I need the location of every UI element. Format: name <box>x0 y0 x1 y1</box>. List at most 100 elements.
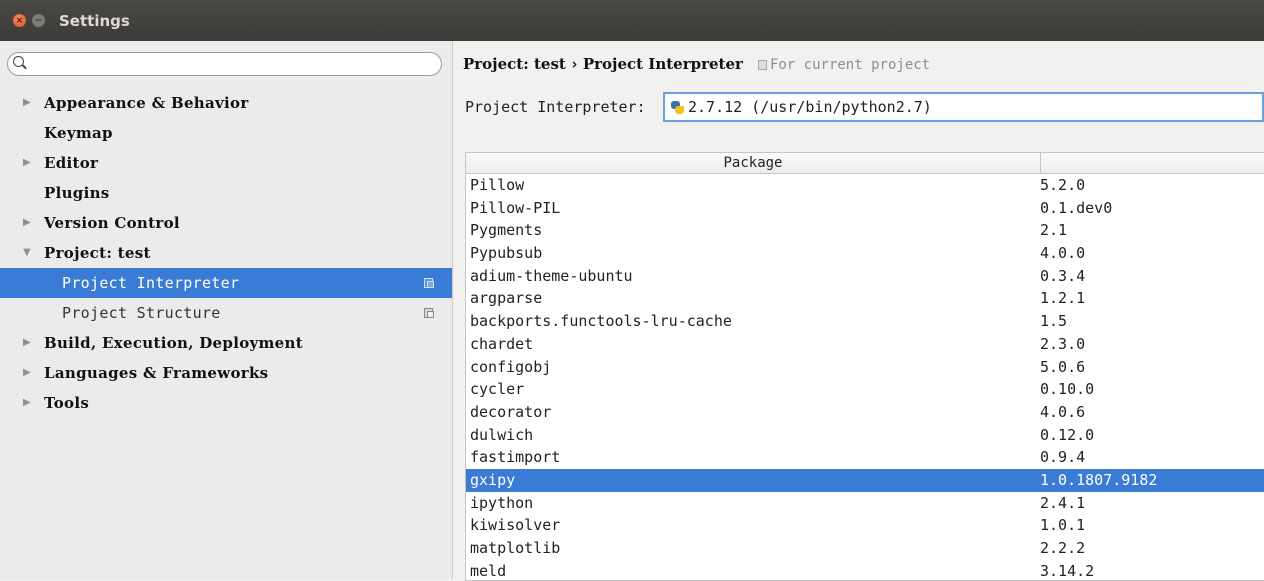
package-name-cell: Pygments <box>470 221 543 240</box>
collapsed-arrow-icon[interactable]: ▶ <box>23 358 31 388</box>
title-bar: × − Settings <box>0 0 1264 41</box>
sidebar-item-label: Languages & Frameworks <box>44 364 269 382</box>
package-version-cell: 1.2.1 <box>1040 289 1086 308</box>
table-row[interactable]: matplotlib 2.2.2 <box>466 537 1264 560</box>
table-row[interactable]: Pillow-PIL 0.1.dev0 <box>466 197 1264 220</box>
sidebar-item[interactable]: ▶ Version Control <box>0 208 452 238</box>
package-version-cell: 4.0.0 <box>1040 244 1086 263</box>
interpreter-label: Project Interpreter: <box>465 98 646 116</box>
breadcrumb-separator: › <box>569 55 579 73</box>
sidebar-item-label: Build, Execution, Deployment <box>44 334 303 352</box>
sidebar-item[interactable]: Keymap <box>0 118 452 148</box>
package-version-cell: 2.1 <box>1040 221 1068 240</box>
package-version-cell: 5.0.6 <box>1040 357 1086 376</box>
package-version-cell: 1.0.1 <box>1040 516 1086 535</box>
package-version-cell: 1.5 <box>1040 312 1068 331</box>
settings-sidebar: ▶ Appearance & Behavior Keymap ▶ Editor Plugi… <box>0 41 453 579</box>
column-header-version[interactable] <box>1041 153 1264 173</box>
package-name-cell: meld <box>470 561 507 580</box>
table-row[interactable]: cycler 0.10.0 <box>466 378 1264 401</box>
interpreter-value: 2.7.12 (/usr/bin/python2.7) <box>688 98 932 116</box>
sidebar-item[interactable]: ▶ Appearance & Behavior <box>0 88 452 118</box>
package-version-cell: 4.0.6 <box>1040 402 1086 421</box>
interpreter-select[interactable]: 2.7.12 (/usr/bin/python2.7) <box>663 92 1264 122</box>
breadcrumb-parent: Project: test <box>463 55 566 73</box>
sidebar-item-label: Project Structure <box>62 304 221 322</box>
table-row[interactable]: dulwich 0.12.0 <box>466 424 1264 447</box>
package-name-cell: argparse <box>470 289 543 308</box>
package-version-cell: 5.2.0 <box>1040 176 1086 194</box>
sidebar-item[interactable]: Project Interpreter <box>0 268 452 298</box>
package-name-cell: Pillow <box>470 176 525 194</box>
package-name-cell: decorator <box>470 402 552 421</box>
package-name-cell: dulwich <box>470 425 534 444</box>
copy-icon <box>424 308 434 318</box>
package-version-cell: 2.4.1 <box>1040 493 1086 512</box>
package-name-cell: backports.functools-lru-cache <box>470 312 732 331</box>
table-row[interactable]: kiwisolver 1.0.1 <box>466 514 1264 537</box>
package-name-cell: kiwisolver <box>470 516 561 535</box>
table-row[interactable]: ipython 2.4.1 <box>466 492 1264 515</box>
sidebar-item[interactable]: ▶ Languages & Frameworks <box>0 358 452 388</box>
table-row[interactable]: gxipy 1.0.1807.9182 <box>466 468 1264 492</box>
collapsed-arrow-icon[interactable]: ▶ <box>23 328 31 358</box>
table-row[interactable]: Pypubsub 4.0.0 <box>466 242 1264 265</box>
sidebar-item[interactable]: ▶ Editor <box>0 148 452 178</box>
sidebar-item[interactable]: ▶ Tools <box>0 388 452 418</box>
table-row[interactable]: chardet 2.3.0 <box>466 333 1264 356</box>
table-row[interactable]: adium-theme-ubuntu 0.3.4 <box>466 265 1264 288</box>
sidebar-item-label: Editor <box>44 154 99 172</box>
table-row[interactable]: decorator 4.0.6 <box>466 401 1264 424</box>
sidebar-item-label: Project Interpreter <box>62 274 240 292</box>
collapsed-arrow-icon[interactable]: ▶ <box>23 148 31 178</box>
package-version-cell: 2.3.0 <box>1040 334 1086 353</box>
table-row[interactable]: argparse 1.2.1 <box>466 287 1264 310</box>
package-name-cell: chardet <box>470 334 534 353</box>
package-name-cell: configobj <box>470 357 552 376</box>
search-box[interactable] <box>7 52 442 76</box>
collapsed-arrow-icon[interactable]: ▶ <box>23 208 31 238</box>
package-name-cell: Pillow-PIL <box>470 198 561 217</box>
collapsed-arrow-icon[interactable]: ▶ <box>23 388 31 418</box>
package-version-cell: 0.9.4 <box>1040 448 1086 467</box>
package-name-cell: gxipy <box>470 470 516 489</box>
packages-table: Package Pillow 5.2.0 Pillow-PIL 0.1.dev0 Pyg… <box>465 152 1264 581</box>
table-row[interactable]: configobj 5.0.6 <box>466 356 1264 379</box>
package-version-cell: 3.14.2 <box>1040 561 1095 580</box>
package-name-cell: matplotlib <box>470 539 561 557</box>
package-version-cell: 0.10.0 <box>1040 380 1095 399</box>
breadcrumb: Project: test › Project Interpreter For cu… <box>463 53 930 75</box>
package-name-cell: Pypubsub <box>470 244 543 263</box>
minimize-icon[interactable]: − <box>32 14 45 27</box>
table-row[interactable]: meld 3.14.2 <box>466 560 1264 580</box>
package-version-cell: 2.2.2 <box>1040 539 1086 557</box>
collapsed-arrow-icon[interactable]: ▶ <box>23 88 31 118</box>
sidebar-item-label: Version Control <box>44 214 180 232</box>
table-row[interactable]: fastimport 0.9.4 <box>466 446 1264 469</box>
sidebar-item[interactable]: ▼ Project: test <box>0 238 452 268</box>
breadcrumb-current: Project Interpreter <box>582 55 743 73</box>
close-icon[interactable]: × <box>13 14 26 27</box>
package-version-cell: 0.3.4 <box>1040 266 1086 285</box>
sidebar-item-label: Keymap <box>44 124 113 142</box>
scope-note-text: For current project <box>769 57 931 73</box>
expanded-arrow-icon[interactable]: ▼ <box>23 238 31 268</box>
python-icon <box>671 100 684 114</box>
table-row[interactable]: Pillow 5.2.0 <box>466 174 1264 197</box>
sidebar-item-label: Appearance & Behavior <box>44 94 249 112</box>
package-version-cell: 0.12.0 <box>1040 425 1095 444</box>
main-panel: Project: test › Project Interpreter For cu… <box>453 41 1264 581</box>
table-row[interactable]: backports.functools-lru-cache 1.5 <box>466 310 1264 333</box>
sidebar-item[interactable]: ▶ Build, Execution, Deployment <box>0 328 452 358</box>
column-header-package[interactable]: Package <box>466 153 1041 173</box>
sidebar-item[interactable]: Plugins <box>0 178 452 208</box>
package-name-cell: cycler <box>470 380 525 399</box>
sidebar-item[interactable]: Project Structure <box>0 298 452 328</box>
package-version-cell: 0.1.dev0 <box>1040 198 1113 217</box>
table-body: Pillow 5.2.0 Pillow-PIL 0.1.dev0 Pygments 2.1… <box>466 174 1264 580</box>
settings-tree: ▶ Appearance & Behavior Keymap ▶ Editor Plugi… <box>0 88 452 418</box>
package-version-cell: 1.0.1807.9182 <box>1040 470 1158 489</box>
table-row[interactable]: Pygments 2.1 <box>466 219 1264 242</box>
search-icon <box>13 56 24 67</box>
search-input[interactable] <box>30 54 434 74</box>
